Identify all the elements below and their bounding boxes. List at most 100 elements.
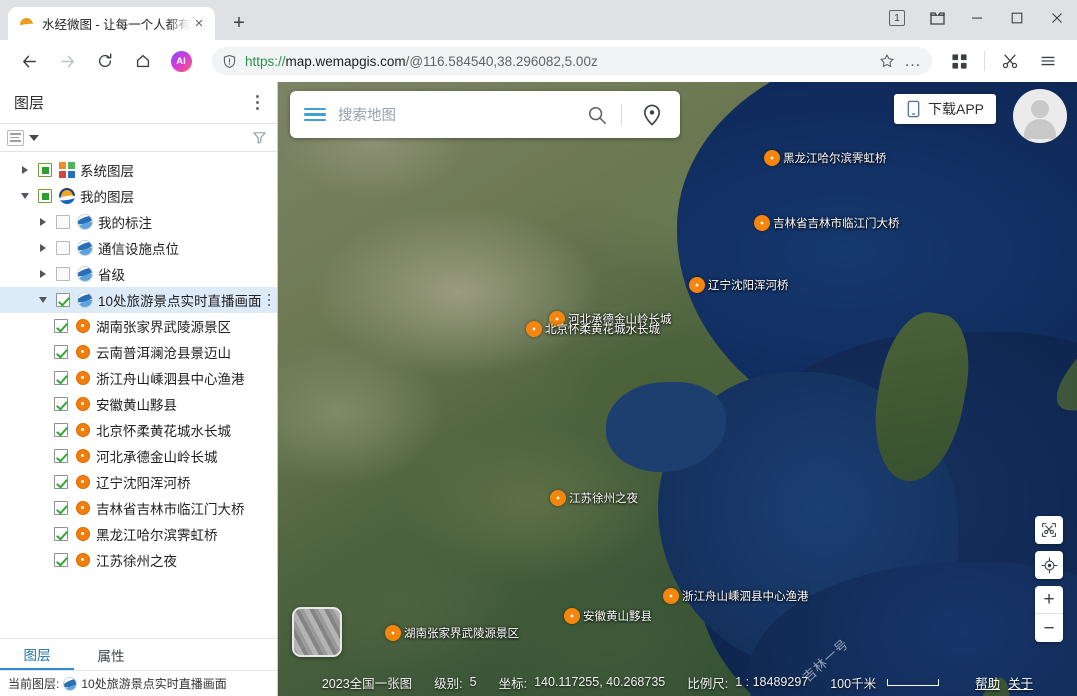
point-checkbox[interactable] [54, 345, 68, 359]
panel-more-options-icon[interactable] [247, 92, 267, 114]
list-item-label: 黑龙江哈尔滨霁虹桥 [96, 528, 218, 543]
zoom-out-button[interactable]: − [1035, 614, 1063, 642]
help-link[interactable]: 帮助 [975, 673, 1000, 692]
crosshair-locate-icon[interactable] [1035, 551, 1063, 579]
layer-checkbox[interactable] [56, 293, 70, 307]
back-arrow-icon[interactable] [14, 46, 44, 76]
layer-checkbox[interactable] [38, 189, 52, 203]
tree-node-comm-facilities[interactable]: 通信设施点位 [0, 235, 277, 261]
list-item[interactable]: 浙江舟山嵊泗县中心渔港 [0, 365, 277, 391]
profile-badge[interactable]: 1 [877, 2, 917, 34]
point-checkbox[interactable] [54, 319, 68, 333]
system-layers-icon [58, 162, 75, 179]
search-icon[interactable] [583, 101, 611, 129]
more-options-icon[interactable]: … [900, 48, 926, 74]
point-checkbox[interactable] [54, 475, 68, 489]
map-marker[interactable]: 黑龙江哈尔滨霁虹桥 [764, 150, 887, 166]
close-window-button[interactable] [1037, 2, 1077, 34]
url-text: https://map.wemapgis.com/@116.584540,38.… [245, 54, 874, 69]
about-link[interactable]: 关于 [1008, 673, 1033, 692]
point-marker-icon [74, 500, 91, 517]
layer-checkbox[interactable] [38, 163, 52, 177]
hamburger-menu-icon[interactable] [1033, 46, 1063, 76]
ai-assistant-button[interactable]: AI [166, 46, 196, 76]
search-input[interactable]: 搜索地图 [338, 104, 583, 125]
list-item[interactable]: 黑龙江哈尔滨霁虹桥 [0, 521, 277, 547]
list-item-label: 辽宁沈阳浑河桥 [96, 476, 191, 491]
map-marker[interactable]: 吉林省吉林市临江门大桥 [754, 215, 900, 231]
point-checkbox[interactable] [54, 527, 68, 541]
list-item[interactable]: 吉林省吉林市临江门大桥 [0, 495, 277, 521]
avatar[interactable] [1013, 89, 1067, 143]
star-icon[interactable] [874, 48, 900, 74]
map-canvas[interactable]: 搜索地图 下载APP 黑龙江哈尔滨霁虹桥 吉林省吉林市临江门大桥 辽宁沈阳浑河桥… [278, 82, 1077, 696]
point-checkbox[interactable] [54, 371, 68, 385]
new-tab-button[interactable]: + [225, 9, 253, 37]
list-item[interactable]: 北京怀柔黄花城水长城 [0, 417, 277, 443]
map-marker[interactable]: 江苏徐州之夜 [550, 490, 638, 506]
map-search-bar[interactable]: 搜索地图 [290, 91, 680, 138]
list-item[interactable]: 湖南张家界武陵源景区 [0, 313, 277, 339]
list-item[interactable]: 安徽黄山黟县 [0, 391, 277, 417]
list-item-label: 北京怀柔黄花城水长城 [96, 424, 231, 439]
point-checkbox[interactable] [54, 397, 68, 411]
map-marker[interactable]: 辽宁沈阳浑河桥 [689, 277, 789, 293]
layer-checkbox[interactable] [56, 241, 70, 255]
scissors-measure-icon[interactable] [1035, 516, 1063, 544]
point-checkbox[interactable] [54, 501, 68, 515]
list-item[interactable]: 江苏徐州之夜 [0, 547, 277, 573]
location-pin-icon[interactable] [632, 95, 672, 135]
scale-bar-group: 100千米 [830, 673, 940, 692]
list-item[interactable]: 辽宁沈阳浑河桥 [0, 469, 277, 495]
tree-node-my-annotations[interactable]: 我的标注 [0, 209, 277, 235]
filter-icon[interactable] [252, 130, 267, 145]
expand-arrow-icon[interactable] [36, 270, 50, 278]
expand-arrow-icon[interactable] [36, 218, 50, 226]
point-checkbox[interactable] [54, 423, 68, 437]
chevron-down-icon[interactable] [29, 134, 39, 141]
address-bar[interactable]: https://map.wemapgis.com/@116.584540,38.… [212, 47, 932, 75]
collapse-arrow-icon[interactable] [18, 193, 32, 199]
home-icon[interactable] [128, 46, 158, 76]
minimize-button[interactable] [957, 2, 997, 34]
tree-node-live-scenic-spots[interactable]: 10处旅游景点实时直播画面 [0, 287, 277, 313]
map-status-bar: 2023全国一张图 级别: 5 坐标: 140.117255, 40.26873… [278, 668, 1077, 696]
layer-checkbox[interactable] [56, 267, 70, 281]
point-checkbox[interactable] [54, 449, 68, 463]
map-marker[interactable]: 浙江舟山嵊泗县中心渔港 [663, 588, 809, 604]
layer-more-options-icon[interactable] [267, 293, 271, 307]
collapse-arrow-icon[interactable] [36, 297, 50, 303]
map-marker[interactable]: 湖南张家界武陵源景区 [385, 625, 519, 641]
scissors-icon[interactable] [995, 46, 1025, 76]
hamburger-icon[interactable] [304, 107, 326, 122]
map-marker[interactable]: 北京怀柔黄花城水长城 [526, 321, 660, 337]
tree-node-province[interactable]: 省级 [0, 261, 277, 287]
expand-arrow-icon[interactable] [18, 166, 32, 174]
tree-node-my-layers[interactable]: 我的图层 [0, 183, 277, 209]
reload-icon[interactable] [90, 46, 120, 76]
list-mode-icon[interactable] [7, 129, 24, 146]
download-app-button[interactable]: 下载APP [893, 94, 996, 124]
shield-icon[interactable] [222, 54, 237, 69]
point-checkbox[interactable] [54, 553, 68, 567]
expand-arrow-icon[interactable] [36, 244, 50, 252]
layers-panel-header: 图层 [0, 82, 277, 124]
collections-icon[interactable] [917, 2, 957, 34]
tab-layers[interactable]: 图层 [0, 639, 74, 670]
list-item[interactable]: 云南普洱澜沧县景迈山 [0, 339, 277, 365]
zoom-in-button[interactable]: + [1035, 586, 1063, 614]
layer-checkbox[interactable] [56, 215, 70, 229]
close-tab-icon[interactable]: × [190, 15, 208, 33]
layer-tree: 系统图层 我的图层 我的标注 通信设施点位 省级 10处旅游景点实时直播画面 湖… [0, 152, 277, 638]
maximize-button[interactable] [997, 2, 1037, 34]
apps-grid-icon[interactable] [944, 46, 974, 76]
basemap-thumbnail[interactable] [292, 607, 342, 657]
forward-arrow-icon[interactable] [52, 46, 82, 76]
map-marker[interactable]: 安徽黄山黟县 [564, 608, 652, 624]
tree-node-system-layers[interactable]: 系统图层 [0, 157, 277, 183]
list-item-label: 浙江舟山嵊泗县中心渔港 [96, 372, 245, 387]
tab-attributes[interactable]: 属性 [74, 639, 148, 670]
tree-node-label: 通信设施点位 [98, 242, 179, 257]
browser-tab[interactable]: 水经微图 - 让每一个人都有自 × [8, 7, 215, 40]
list-item[interactable]: 河北承德金山岭长城 [0, 443, 277, 469]
